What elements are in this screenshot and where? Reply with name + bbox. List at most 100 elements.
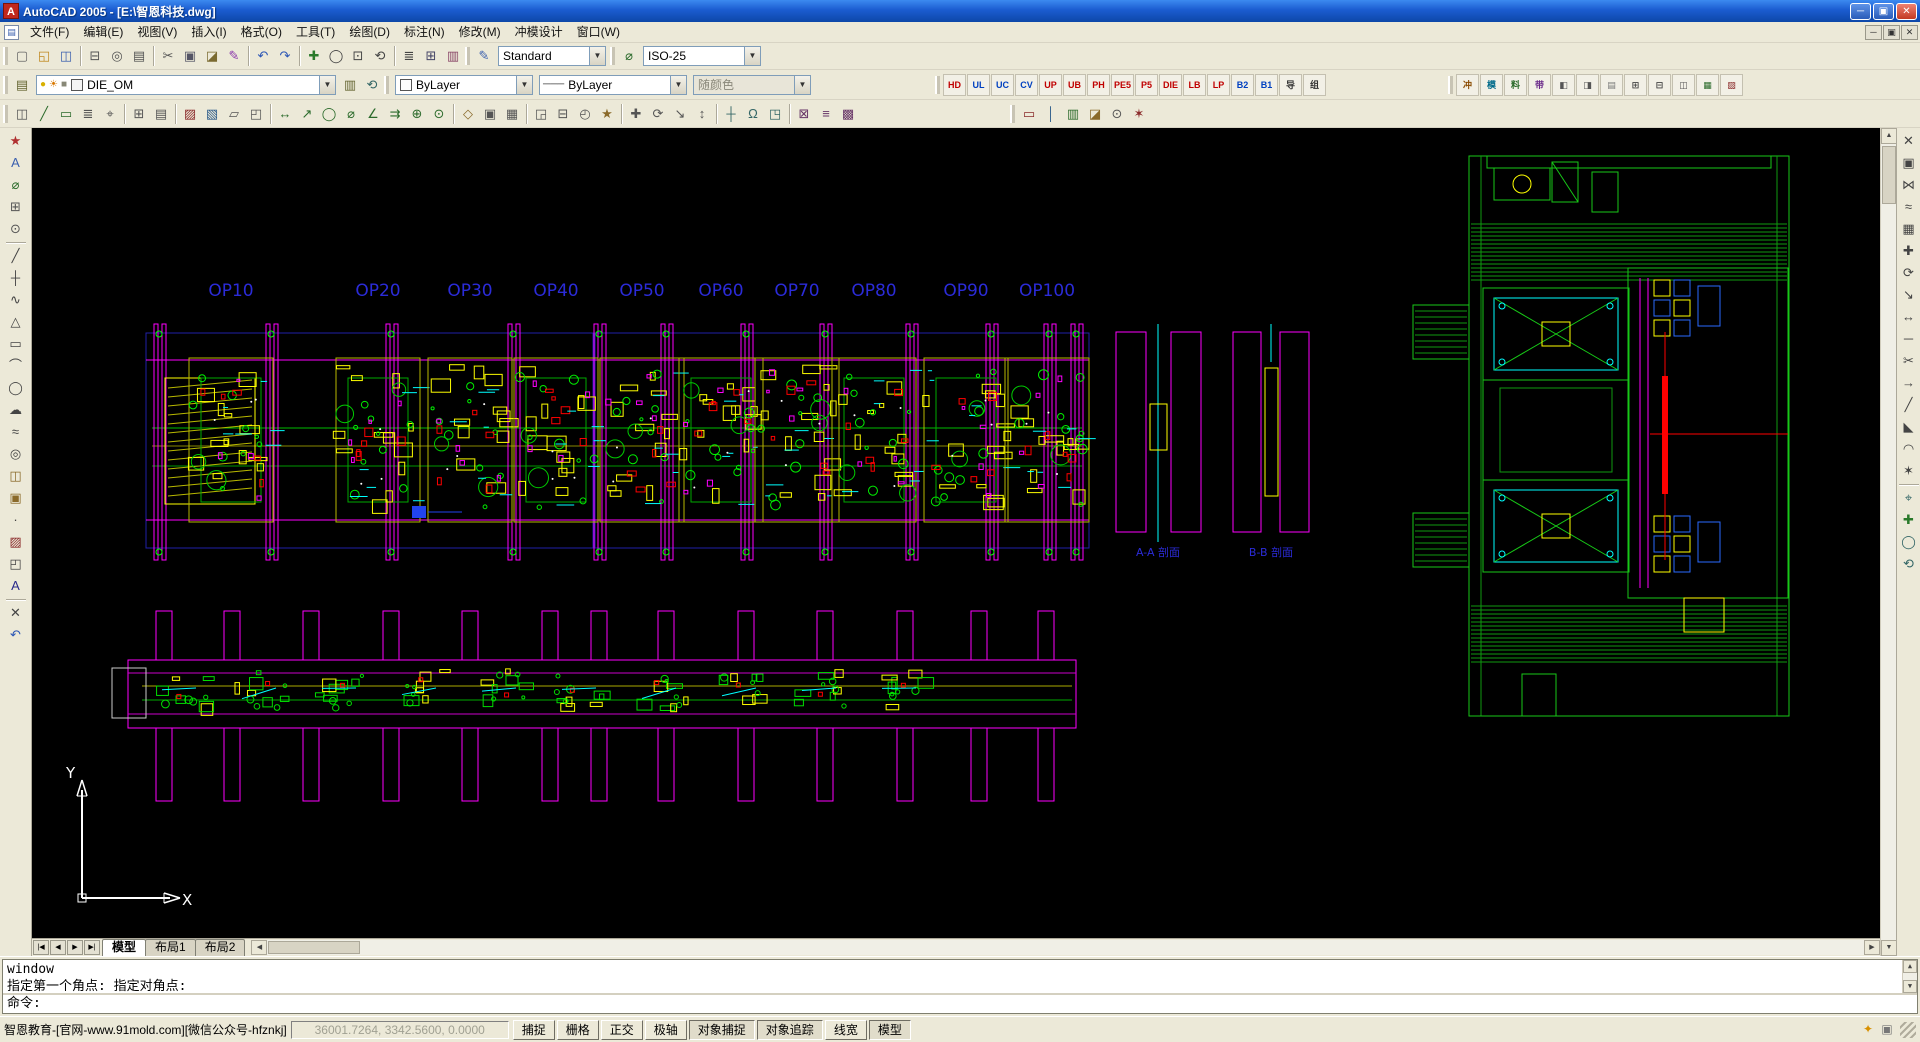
scroll-down-icon[interactable]: ▼ (1903, 980, 1917, 993)
render-icon[interactable]: ★ (596, 103, 618, 125)
chevron-down-icon[interactable]: ▼ (670, 76, 686, 94)
die-icon-PH[interactable]: PH (1087, 74, 1110, 96)
rotate-icon[interactable]: ⟳ (647, 103, 669, 125)
move-icon[interactable]: ✚ (625, 103, 647, 125)
menu-item-11[interactable]: 窗口(W) (570, 23, 627, 42)
die-icon2-2[interactable]: 模 (1480, 74, 1503, 96)
die-icon-B1[interactable]: B1 (1255, 74, 1278, 96)
zoom-realtime-icon[interactable]: ◯ (325, 45, 347, 67)
left-tool-construction-line-icon[interactable]: ┼ (5, 267, 27, 289)
left-tool-insert-block-icon[interactable]: ◫ (5, 465, 27, 487)
named-views-icon[interactable]: ◲ (530, 103, 552, 125)
right-tool-pan-icon[interactable]: ✚ (1898, 509, 1920, 531)
menu-item-4[interactable]: 插入(I) (184, 23, 233, 42)
left-tool-point-style-icon[interactable]: ⊙ (5, 218, 27, 240)
doc-maximize-icon[interactable]: ▣ (1883, 25, 1900, 40)
right-tool-lengthen-icon[interactable]: ─ (1898, 328, 1920, 350)
toggle-捕捉[interactable]: 捕捉 (513, 1020, 555, 1040)
tab-prev-icon[interactable]: ◀ (50, 940, 66, 955)
coordinates-display[interactable]: 36001.7264, 3342.5600, 0.0000 (291, 1021, 509, 1039)
die-plate-icon[interactable]: ▥ (1062, 103, 1084, 125)
left-tool-revision-cloud-icon[interactable]: ☁ (5, 399, 27, 421)
dim-style-icon[interactable]: ⌀ (618, 45, 640, 67)
right-tool-rotate-icon[interactable]: ⟳ (1898, 262, 1920, 284)
open-icon[interactable]: ◱ (33, 45, 55, 67)
left-tool-erase-icon[interactable]: ✕ (5, 602, 27, 624)
tab-布局2[interactable]: 布局2 (195, 939, 246, 956)
die-icon2-5[interactable]: ◧ (1552, 74, 1575, 96)
doc-close-icon[interactable]: ✕ (1901, 25, 1918, 40)
plot-preview-icon[interactable]: ◎ (106, 45, 128, 67)
left-tool-circle-icon[interactable]: ◯ (5, 377, 27, 399)
die-icon2-7[interactable]: ▤ (1600, 74, 1623, 96)
toggle-栅格[interactable]: 栅格 (557, 1020, 599, 1040)
dim-angular-icon[interactable]: ∠ (362, 103, 384, 125)
menu-item-10[interactable]: 冲模设计 (508, 23, 570, 42)
vertical-scrollbar[interactable]: ▲ ▼ (1880, 128, 1896, 956)
plan-view-icon[interactable]: ◳ (764, 103, 786, 125)
toolbar-grip[interactable] (3, 105, 8, 123)
left-tool-text-style-icon[interactable]: A (5, 152, 27, 174)
text-style-icon[interactable]: ✎ (473, 45, 495, 67)
toolbar-grip[interactable] (1448, 76, 1453, 94)
toggle-正交[interactable]: 正交 (601, 1020, 643, 1040)
die-check-icon[interactable]: ✶ (1128, 103, 1150, 125)
menu-item-8[interactable]: 标注(N) (397, 23, 452, 42)
scroll-left-icon[interactable]: ◀ (251, 940, 267, 955)
right-tool-array-icon[interactable]: ▦ (1898, 218, 1920, 240)
tab-布局1[interactable]: 布局1 (145, 939, 196, 956)
layer-properties-icon[interactable]: ▤ (11, 74, 33, 96)
left-tool-multiline-text-icon[interactable]: A (5, 575, 27, 597)
draworder-icon[interactable]: ◫ (11, 103, 33, 125)
designcenter-icon[interactable]: ⊞ (420, 45, 442, 67)
viewports-icon[interactable]: ⊟ (552, 103, 574, 125)
scroll-down-icon[interactable]: ▼ (1881, 940, 1897, 956)
die-icon2-9[interactable]: ⊟ (1648, 74, 1671, 96)
left-tool-ellipse-icon[interactable]: ◎ (5, 443, 27, 465)
toggle-对象捕捉[interactable]: 对象捕捉 (689, 1020, 755, 1040)
area-icon[interactable]: ▭ (55, 103, 77, 125)
dim-radius-icon[interactable]: ◯ (318, 103, 340, 125)
menu-item-1[interactable]: 文件(F) (23, 23, 76, 42)
communication-center-icon[interactable]: ✦ (1859, 1021, 1877, 1039)
die-icon2-1[interactable]: 冲 (1456, 74, 1479, 96)
die-icon-组[interactable]: 组 (1303, 74, 1326, 96)
chevron-down-icon[interactable]: ▼ (589, 47, 605, 65)
die-icon2-3[interactable]: 料 (1504, 74, 1527, 96)
die-icon2-10[interactable]: ◫ (1672, 74, 1695, 96)
die-icon2-12[interactable]: ▨ (1720, 74, 1743, 96)
tool-palettes-icon[interactable]: ▥ (442, 45, 464, 67)
menu-item-9[interactable]: 修改(M) (452, 23, 508, 42)
die-icon-UL[interactable]: UL (967, 74, 990, 96)
menu-item-2[interactable]: 编辑(E) (76, 23, 130, 42)
dim-aligned-icon[interactable]: ↗ (296, 103, 318, 125)
die-icon-LB[interactable]: LB (1183, 74, 1206, 96)
command-text-area[interactable]: window 指定第一个角点: 指定对角点: ▲ ▼ 命令: (2, 959, 1918, 1014)
die-guide-icon[interactable]: ⊙ (1106, 103, 1128, 125)
layer-walk-icon[interactable]: ▩ (837, 103, 859, 125)
die-icon-UB[interactable]: UB (1063, 74, 1086, 96)
vertical-scroll-thumb[interactable] (1882, 146, 1896, 204)
tab-last-icon[interactable]: ▶| (84, 940, 100, 955)
redo-icon[interactable]: ↷ (274, 45, 296, 67)
die-icon-DIE[interactable]: DIE (1159, 74, 1182, 96)
pan-icon[interactable]: ✚ (303, 45, 325, 67)
die-icon-UC[interactable]: UC (991, 74, 1014, 96)
center-mark-icon[interactable]: ⊙ (428, 103, 450, 125)
linetype-combo[interactable]: ─── ByLayer ▼ (539, 75, 687, 95)
die-icon-HD[interactable]: HD (943, 74, 966, 96)
left-tool-region-icon[interactable]: ◰ (5, 553, 27, 575)
scroll-up-icon[interactable]: ▲ (1881, 128, 1897, 144)
left-tool-styles-icon[interactable]: ★ (5, 130, 27, 152)
die-punch-icon[interactable]: │ (1040, 103, 1062, 125)
left-tool-arc-icon[interactable]: ⌒ (5, 355, 27, 377)
resize-grip[interactable] (1900, 1022, 1916, 1038)
right-tool-offset-icon[interactable]: ≈ (1898, 196, 1920, 218)
quick-select-icon[interactable]: ⊠ (793, 103, 815, 125)
left-tool-line-icon[interactable]: ╱ (5, 245, 27, 267)
doc-minimize-icon[interactable]: ─ (1865, 25, 1882, 40)
toggle-对象追踪[interactable]: 对象追踪 (757, 1020, 823, 1040)
right-tool-scale-icon[interactable]: ↘ (1898, 284, 1920, 306)
menu-item-5[interactable]: 格式(O) (234, 23, 289, 42)
drawing-canvas[interactable]: OP10OP20OP30OP40OP50OP60OP70OP80OP90OP10… (32, 128, 1880, 938)
